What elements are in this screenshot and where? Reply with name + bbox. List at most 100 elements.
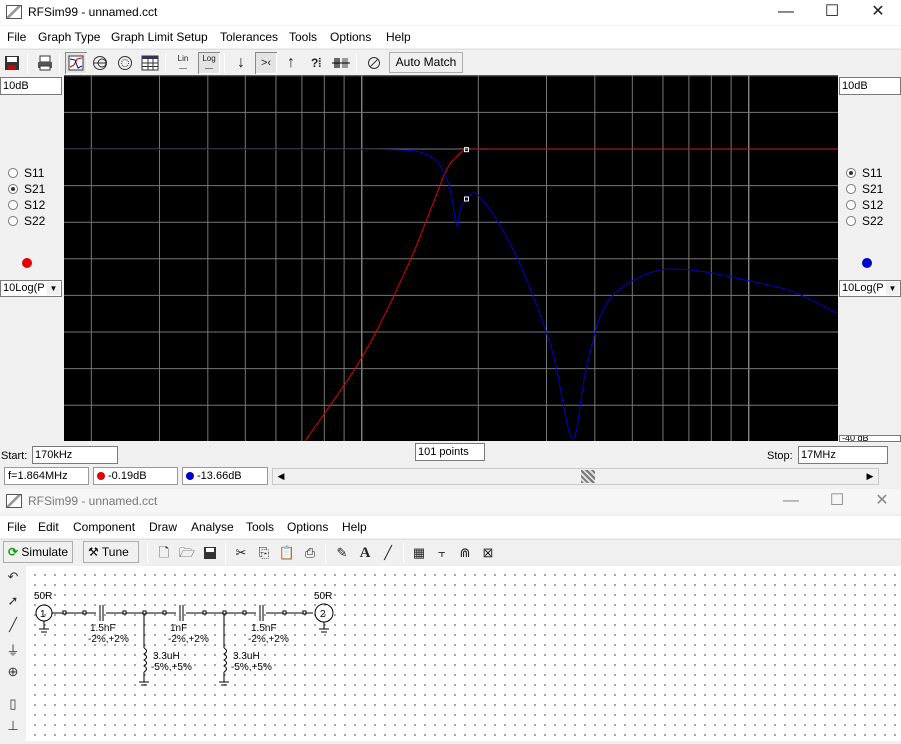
right-radio-s11[interactable]: S11 bbox=[846, 166, 882, 180]
s11-trace-line bbox=[64, 148, 839, 439]
right-format-select[interactable]: 10Log(P ▼ bbox=[839, 280, 901, 297]
capacitor-icon[interactable]: ⊥ bbox=[4, 718, 22, 738]
close-button[interactable]: ✕ bbox=[855, 0, 901, 25]
menu-analyse[interactable]: Analyse bbox=[191, 520, 234, 534]
resistor-icon[interactable]: ▯ bbox=[4, 696, 22, 716]
menu-graph-limit-setup[interactable]: Graph Limit Setup bbox=[111, 30, 208, 44]
minimize-button[interactable]: — bbox=[768, 489, 814, 514]
copy-icon[interactable]: ⎘ bbox=[253, 542, 275, 564]
refresh-icon: ⟳ bbox=[8, 545, 19, 559]
print-icon[interactable] bbox=[34, 52, 56, 74]
c3-tolerance: -2%,+2% bbox=[248, 634, 289, 645]
menu-tools[interactable]: Tools bbox=[289, 30, 317, 44]
points-input[interactable]: 101 points bbox=[415, 443, 485, 461]
rotate-icon[interactable]: ↶ bbox=[4, 569, 22, 589]
auto-match-button[interactable]: Auto Match bbox=[389, 52, 463, 73]
maximize-button[interactable]: ☐ bbox=[814, 489, 860, 514]
new-file-icon[interactable]: 🗋 bbox=[153, 542, 175, 564]
marker-scrollbar[interactable]: ◀ ▶ bbox=[272, 468, 879, 485]
c2-tolerance: -2%,+2% bbox=[168, 634, 209, 645]
app-icon bbox=[6, 5, 22, 19]
radio-circle bbox=[846, 200, 856, 210]
menu-options[interactable]: Options bbox=[287, 520, 328, 534]
window-title: RFSim99 - unnamed.cct bbox=[28, 5, 158, 19]
stop-frequency-input[interactable]: 17MHz bbox=[798, 446, 888, 464]
left-trace-color-dot[interactable] bbox=[22, 258, 32, 268]
reset-icon[interactable] bbox=[363, 52, 385, 74]
menu-component[interactable]: Component bbox=[73, 520, 135, 534]
menu-graph-type[interactable]: Graph Type bbox=[38, 30, 100, 44]
scroll-left-icon[interactable]: ◀ bbox=[273, 469, 289, 484]
tune-button[interactable]: ⚒ Tune bbox=[83, 541, 139, 563]
table-icon[interactable] bbox=[139, 52, 161, 74]
c3-value: 1.5nF bbox=[251, 623, 277, 634]
left-format-select[interactable]: 10Log(P ▼ bbox=[0, 280, 62, 297]
port-icon[interactable]: ⊕ bbox=[4, 664, 22, 684]
close-button[interactable]: ✕ bbox=[859, 489, 901, 514]
c2-value: 1nF bbox=[170, 623, 187, 634]
smith-chart-icon[interactable] bbox=[89, 52, 111, 74]
right-trace-color-dot[interactable] bbox=[862, 258, 872, 268]
menu-file[interactable]: File bbox=[7, 520, 26, 534]
title-bar[interactable]: RFSim99 - unnamed.cct — ☐ ✕ bbox=[0, 0, 901, 25]
simulate-button[interactable]: ⟳ Simulate bbox=[3, 541, 73, 563]
right-bottom-scale-field[interactable]: -40 dB bbox=[839, 435, 901, 442]
graph-plot-area[interactable] bbox=[64, 75, 839, 446]
marker-up-icon[interactable]: ↑ bbox=[280, 52, 302, 74]
linear-scale-icon[interactable]: Lin ⎯⎯ bbox=[172, 52, 194, 74]
save-icon[interactable] bbox=[1, 52, 23, 74]
impedance-icon[interactable]: ⊠ bbox=[477, 542, 499, 564]
left-scale-field[interactable]: 10dB bbox=[0, 77, 62, 95]
scroll-thumb[interactable] bbox=[581, 470, 595, 483]
radio-circle bbox=[8, 200, 18, 210]
pencil-icon[interactable]: ✎ bbox=[331, 542, 353, 564]
right-scale-field[interactable]: 10dB bbox=[839, 77, 901, 95]
right-radio-s21[interactable]: S21 bbox=[846, 182, 883, 196]
cut-icon[interactable]: ✂ bbox=[230, 542, 252, 564]
menu-file[interactable]: File bbox=[7, 30, 26, 44]
text-tool-icon[interactable]: A bbox=[354, 542, 376, 564]
left-radio-s21[interactable]: S21 bbox=[8, 182, 45, 196]
marker-down-icon[interactable]: ↓ bbox=[230, 52, 252, 74]
schematic-canvas[interactable]: 1 2 50R 50R 1.5nF -2%,+2% 1nF -2%,+2% 1.… bbox=[26, 566, 901, 741]
menu-tolerances[interactable]: Tolerances bbox=[220, 30, 278, 44]
magnet-icon[interactable]: ⋒ bbox=[454, 542, 476, 564]
right-radio-s22[interactable]: S22 bbox=[846, 214, 883, 228]
minimize-button[interactable]: — bbox=[763, 0, 809, 25]
transmission-line-icon[interactable]: ⫟ bbox=[431, 542, 453, 564]
wire-icon[interactable]: ╱ bbox=[4, 617, 22, 637]
right-radio-s12[interactable]: S12 bbox=[846, 198, 883, 212]
start-frequency-input[interactable]: 170kHz bbox=[32, 446, 118, 464]
scroll-right-icon[interactable]: ▶ bbox=[862, 469, 878, 484]
menu-options[interactable]: Options bbox=[330, 30, 371, 44]
radio-circle bbox=[8, 184, 18, 194]
line-tool-icon[interactable]: ╱ bbox=[377, 542, 399, 564]
menu-tools[interactable]: Tools bbox=[246, 520, 274, 534]
ground-icon[interactable]: ⏚ bbox=[4, 640, 22, 660]
calculator-icon[interactable]: ▦ bbox=[408, 542, 430, 564]
pointer-icon[interactable]: ➚ bbox=[4, 593, 22, 613]
menu-help[interactable]: Help bbox=[386, 30, 411, 44]
open-folder-icon[interactable]: 🗁 bbox=[176, 542, 198, 564]
polar-chart-icon[interactable] bbox=[114, 52, 136, 74]
rect-graph-icon[interactable] bbox=[65, 52, 87, 74]
l1-tolerance: -5%,+5% bbox=[151, 662, 192, 673]
red-dot-icon bbox=[97, 472, 105, 480]
left-radio-s22[interactable]: S22 bbox=[8, 214, 45, 228]
component-icon[interactable] bbox=[330, 52, 352, 74]
left-radio-s11[interactable]: S11 bbox=[8, 166, 44, 180]
print-icon[interactable]: ⎙ bbox=[299, 542, 321, 564]
paste-icon[interactable]: 📋 bbox=[276, 542, 298, 564]
menu-draw[interactable]: Draw bbox=[149, 520, 177, 534]
log-scale-icon[interactable]: Log ⎯⎯ bbox=[198, 52, 220, 74]
menu-bar: File Edit Component Draw Analyse Tools O… bbox=[0, 516, 901, 538]
save-icon[interactable] bbox=[199, 542, 221, 564]
help-icon[interactable]: ?⦙ bbox=[305, 52, 327, 74]
title-bar[interactable]: RFSim99 - unnamed.cct — ☐ ✕ bbox=[0, 489, 901, 514]
schematic-toolbar: ⟳ Simulate ⚒ Tune 🗋 🗁 ✂ ⎘ 📋 ⎙ ✎ A ╱ ▦ ⫟ … bbox=[0, 539, 901, 565]
menu-help[interactable]: Help bbox=[342, 520, 367, 534]
menu-edit[interactable]: Edit bbox=[38, 520, 59, 534]
marker-center-icon[interactable]: >‹ bbox=[255, 52, 277, 74]
left-radio-s12[interactable]: S12 bbox=[8, 198, 45, 212]
maximize-button[interactable]: ☐ bbox=[809, 0, 855, 25]
